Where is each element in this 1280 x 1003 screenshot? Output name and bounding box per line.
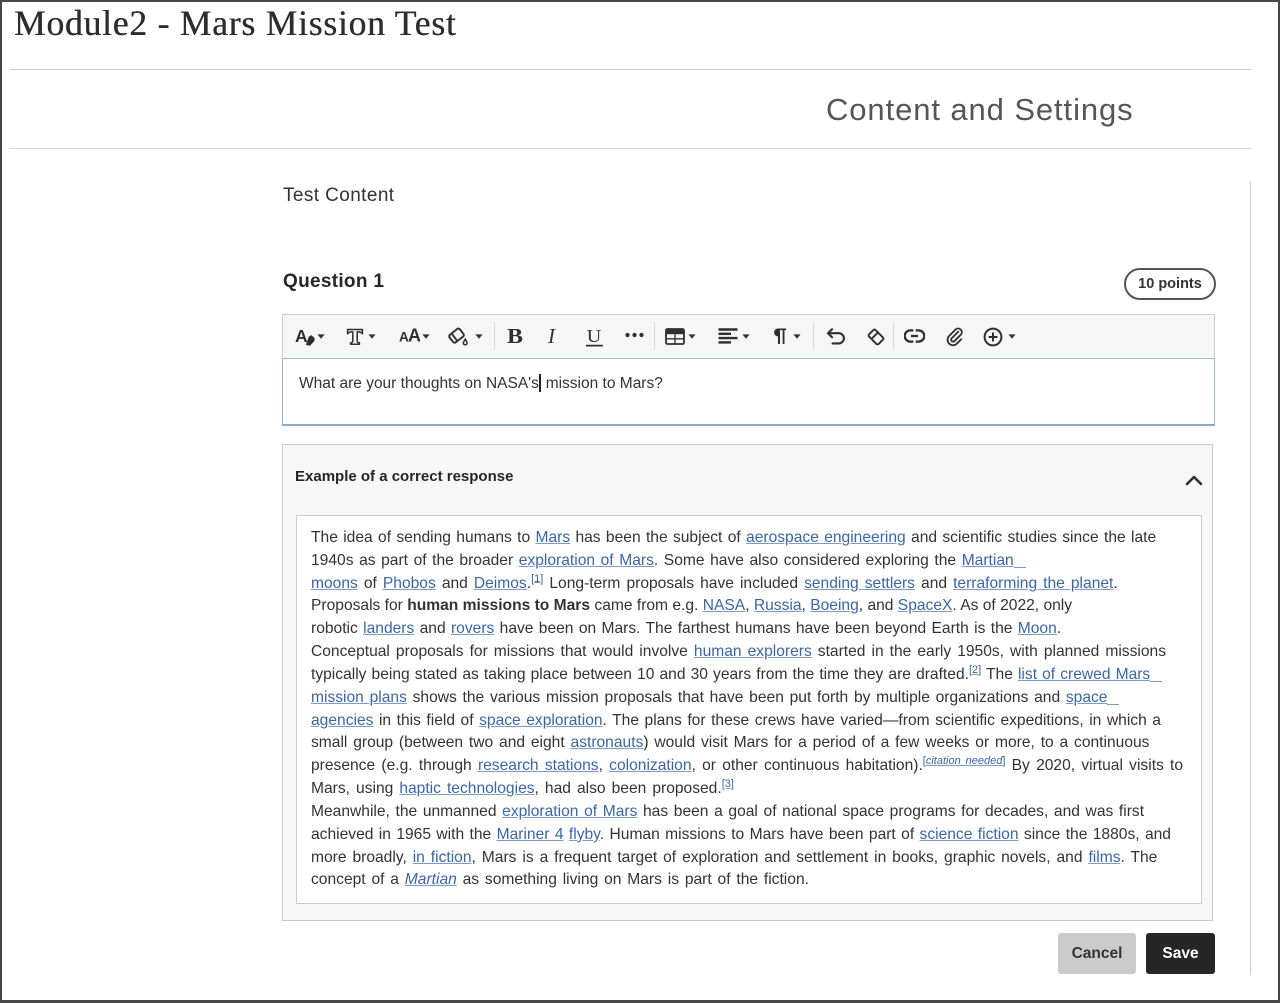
svg-text:U: U — [587, 327, 602, 346]
svg-text:A: A — [408, 326, 420, 346]
svg-text:B: B — [507, 326, 523, 346]
svg-text:I: I — [547, 326, 556, 346]
svg-text:A: A — [295, 326, 308, 346]
